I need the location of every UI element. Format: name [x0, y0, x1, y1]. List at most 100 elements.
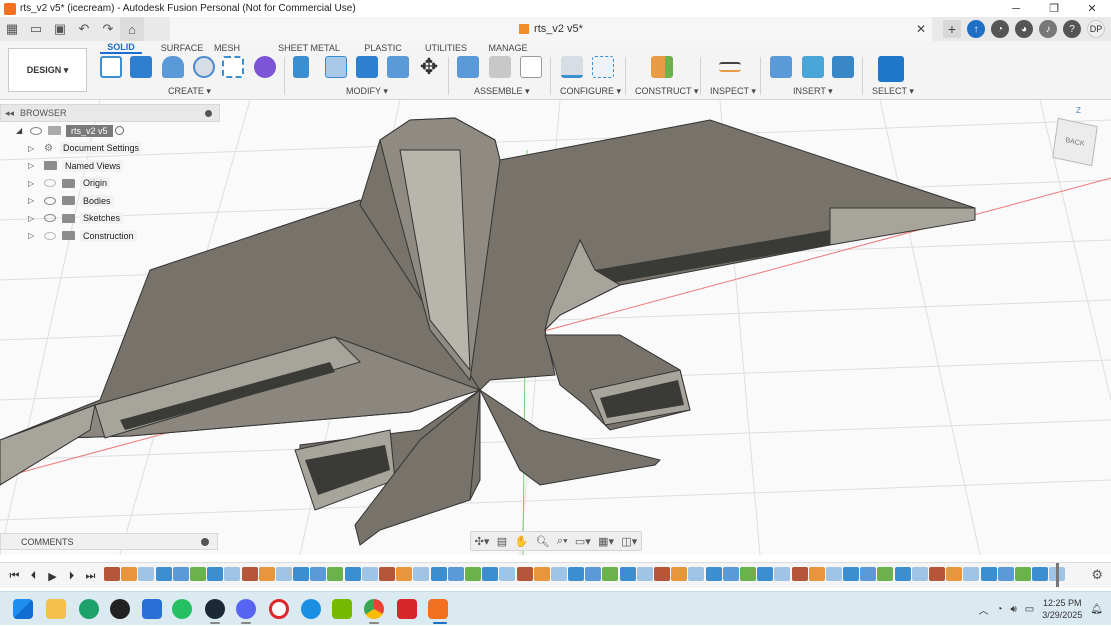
expand-triangle-icon[interactable]: ▷ — [28, 196, 34, 205]
timeline-feature-icon[interactable] — [757, 567, 774, 581]
expand-triangle-icon[interactable]: ▷ — [28, 144, 34, 153]
revolve-icon[interactable] — [162, 56, 184, 78]
help-icon[interactable]: ? — [1063, 20, 1081, 38]
tab-manage[interactable]: MANAGE — [482, 43, 534, 53]
timeline-previous-icon[interactable]: ⏴ — [25, 566, 42, 586]
whatsapp-icon[interactable] — [172, 599, 192, 619]
browser-item-construction[interactable]: ▷ Construction — [0, 227, 220, 245]
timeline-feature-icon[interactable] — [499, 567, 516, 581]
add-comment-icon[interactable] — [201, 537, 209, 546]
expand-triangle-icon[interactable]: ▷ — [28, 231, 34, 240]
fusion-taskbar-icon[interactable] — [428, 599, 448, 619]
modify-menu[interactable]: MODIFY ▾ — [346, 86, 388, 97]
timeline-feature-icon[interactable] — [104, 567, 120, 581]
timeline-feature-icon[interactable] — [379, 567, 395, 581]
timeline-feature-icon[interactable] — [550, 567, 567, 581]
taskbar-clock[interactable]: 12:25 PM 3/29/2025 — [1042, 597, 1082, 621]
timeline-feature-icon[interactable] — [155, 567, 172, 581]
configure-icon[interactable] — [561, 56, 583, 78]
expand-triangle-icon[interactable]: ▷ — [28, 179, 34, 188]
notification-bell-icon[interactable]: 🔔︎ — [1090, 604, 1103, 615]
comments-panel[interactable]: COMMENTS — [0, 533, 218, 550]
timeline-feature-icon[interactable] — [533, 567, 550, 581]
steam-icon[interactable] — [205, 599, 225, 619]
timeline-feature-icon[interactable] — [636, 567, 653, 581]
look-at-icon[interactable]: ▤ — [497, 535, 507, 548]
configure-table-icon[interactable] — [592, 56, 614, 78]
timeline-feature-icon[interactable] — [860, 567, 877, 581]
hidden-eye-icon[interactable] — [44, 231, 56, 240]
timeline-marker[interactable] — [1056, 563, 1059, 587]
insert-menu[interactable]: INSERT ▾ — [793, 86, 833, 97]
new-tab-icon[interactable]: + — [943, 20, 961, 38]
browser-item-origin[interactable]: ▷ Origin — [0, 175, 220, 193]
chrome-icon[interactable] — [364, 599, 384, 619]
create-menu[interactable]: CREATE ▾ — [168, 86, 211, 97]
close-icon[interactable]: ✕ — [1073, 0, 1111, 17]
timeline-feature-icon[interactable] — [241, 567, 258, 581]
minimize-icon[interactable]: ─ — [997, 0, 1035, 17]
timeline-feature-icon[interactable] — [310, 567, 327, 581]
visibility-eye-icon[interactable] — [44, 214, 56, 223]
inspect-menu[interactable]: INSPECT ▾ — [710, 86, 756, 97]
timeline-feature-icon[interactable] — [464, 567, 481, 581]
form-icon[interactable] — [254, 56, 276, 78]
timeline-feature-icon[interactable] — [361, 567, 378, 581]
timeline-feature-icon[interactable] — [1014, 567, 1031, 581]
timeline-feature-icon[interactable] — [911, 567, 928, 581]
orbit-icon[interactable]: ✣▾ — [475, 535, 490, 548]
tab-sheet-metal[interactable]: SHEET METAL — [274, 43, 344, 53]
browser-item-document-settings[interactable]: ▷ ⚙ Document Settings — [0, 140, 220, 158]
collapse-browser-icon[interactable]: ◂◂ — [5, 108, 14, 119]
assemble-menu[interactable]: ASSEMBLE ▾ — [474, 86, 530, 97]
timeline-feature-icon[interactable] — [894, 567, 911, 581]
zoom-icon[interactable]: 🔍︎ — [536, 535, 550, 548]
timeline-feature-icon[interactable] — [430, 567, 447, 581]
extensions-icon[interactable]: ◔ — [991, 20, 1009, 38]
timeline-feature-icon[interactable] — [585, 567, 602, 581]
combine-icon[interactable] — [356, 56, 378, 78]
timeline-feature-icon[interactable] — [138, 567, 155, 581]
timeline-feature-icon[interactable] — [997, 567, 1014, 581]
undo-icon[interactable]: ↶ — [72, 17, 96, 41]
timeline-feature-icon[interactable] — [877, 567, 894, 581]
construct-menu[interactable]: CONSTRUCT ▾ — [635, 86, 698, 97]
tab-plastic[interactable]: PLASTIC — [358, 43, 408, 53]
windows-start-icon[interactable] — [13, 599, 33, 619]
timeline-feature-icon[interactable] — [946, 567, 963, 581]
expand-triangle-icon[interactable]: ▷ — [28, 161, 34, 170]
tab-solid[interactable]: SOLID — [100, 42, 142, 54]
timeline-feature-icon[interactable] — [172, 567, 189, 581]
hidden-eye-icon[interactable] — [44, 179, 56, 188]
battery-icon[interactable]: ▭ — [1025, 604, 1034, 615]
timeline-feature-icon[interactable] — [671, 567, 688, 581]
select-icon[interactable] — [878, 56, 904, 82]
tab-utilities[interactable]: UTILITIES — [420, 43, 472, 53]
edge-browser-icon[interactable] — [79, 599, 99, 619]
learning-icon[interactable]: ↑ — [967, 20, 985, 38]
browser-item-bodies[interactable]: ▷ Bodies — [0, 192, 220, 210]
timeline-feature-icon[interactable] — [224, 567, 241, 581]
restore-icon[interactable]: ❐ — [1035, 0, 1073, 17]
timeline-feature-icon[interactable] — [602, 567, 619, 581]
press-pull-icon[interactable] — [293, 56, 309, 78]
notifications-icon[interactable]: ♪ — [1039, 20, 1057, 38]
volume-icon[interactable]: 🔊︎ — [1010, 604, 1016, 615]
as-built-joint-icon[interactable] — [520, 56, 542, 78]
insert-canvas-icon[interactable] — [832, 56, 854, 78]
timeline-feature-icon[interactable] — [413, 567, 430, 581]
timeline-feature-icon[interactable] — [447, 567, 464, 581]
opera-icon[interactable] — [269, 599, 289, 619]
timeline-feature-icon[interactable] — [654, 567, 670, 581]
create-sketch-icon[interactable] — [100, 56, 122, 78]
timeline-feature-icon[interactable] — [929, 567, 945, 581]
measure-icon[interactable] — [719, 62, 741, 72]
wifi-icon[interactable]: ◔ — [996, 604, 1002, 615]
browser-header[interactable]: ◂◂ BROWSER — [0, 104, 220, 122]
move-copy-icon[interactable]: ✥ — [418, 56, 440, 78]
close-tab-icon[interactable]: ✕ — [916, 22, 926, 36]
timeline-feature-icon[interactable] — [705, 567, 722, 581]
timeline-settings-gear-icon[interactable]: ⚙ — [1091, 567, 1103, 583]
collapse-triangle-icon[interactable]: ◢ — [16, 126, 22, 135]
timeline-feature-icon[interactable] — [121, 567, 138, 581]
